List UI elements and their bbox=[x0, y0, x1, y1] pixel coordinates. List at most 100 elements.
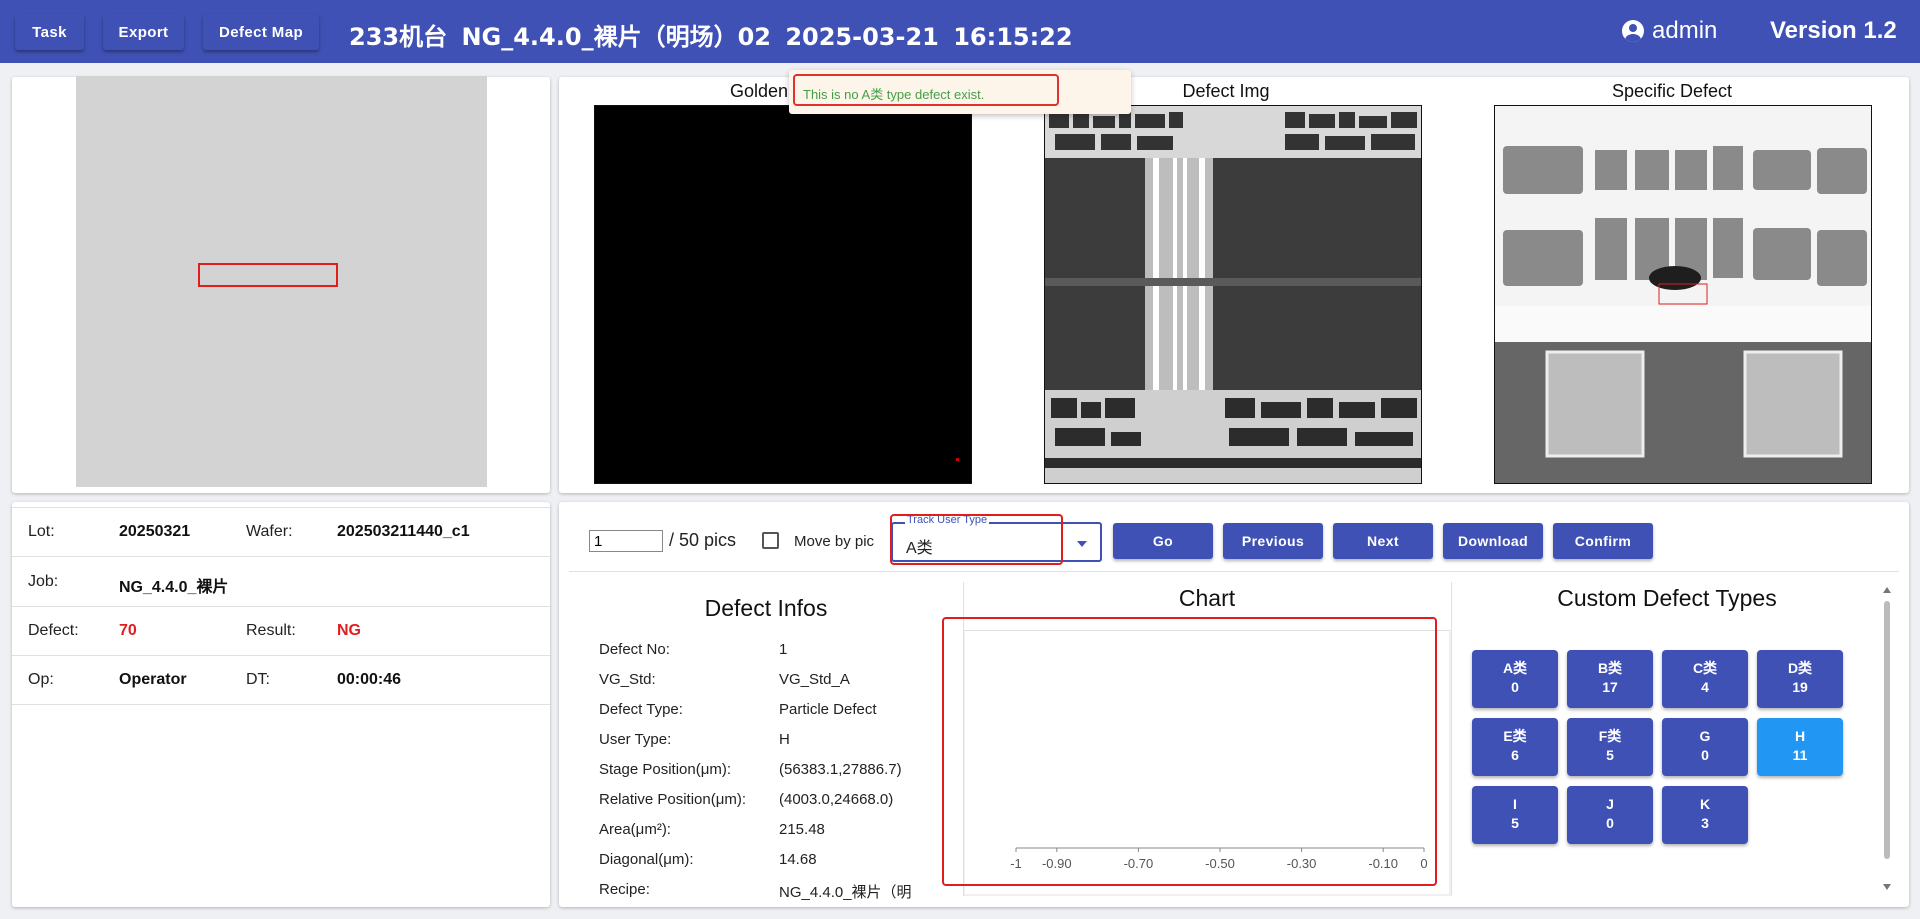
op-value: Operator bbox=[119, 671, 187, 688]
defect-type-button[interactable]: G0 bbox=[1662, 718, 1748, 776]
lot-value: 20250321 bbox=[119, 523, 191, 540]
defect-type-button[interactable]: B类 17 bbox=[1567, 650, 1653, 708]
defect-type-button[interactable]: A类 0 bbox=[1472, 650, 1558, 708]
defect-type-count: 6 bbox=[1511, 747, 1519, 763]
defect-type-button[interactable]: E类 6 bbox=[1472, 718, 1558, 776]
defect-type-count: 0 bbox=[1511, 679, 1519, 695]
info-row-job: Job: NG_4.4.0_裸片 bbox=[12, 558, 550, 607]
defect-type-count: 4 bbox=[1701, 679, 1709, 695]
user-name: admin bbox=[1652, 17, 1718, 44]
defect-info-value: 1 bbox=[779, 641, 788, 658]
defect-type-name: A类 bbox=[1502, 660, 1528, 676]
chevron-down-icon[interactable] bbox=[1077, 541, 1087, 547]
defect-info-value: 14.68 bbox=[779, 851, 817, 868]
move-by-pic-checkbox[interactable] bbox=[762, 532, 779, 549]
defect-type-button[interactable]: J0 bbox=[1567, 786, 1653, 844]
defect-info-value: NG_4.4.0_裸片（明 bbox=[779, 884, 912, 901]
defect-info-label: VG_Std: bbox=[599, 671, 656, 688]
go-button[interactable]: Go bbox=[1113, 523, 1213, 559]
result-value: NG bbox=[337, 622, 361, 639]
page-total-label: / 50 pics bbox=[669, 530, 737, 550]
defect-type-button[interactable]: H 11 bbox=[1757, 718, 1843, 776]
info-row-op: Op: Operator DT: 00:00:46 bbox=[12, 656, 550, 705]
scrollbar[interactable] bbox=[1884, 601, 1890, 859]
defect-image-canvas bbox=[1045, 106, 1421, 483]
defect-count-value: 70 bbox=[119, 622, 137, 639]
job-value: NG_4.4.0_裸片 bbox=[119, 579, 229, 596]
defect-image[interactable] bbox=[1044, 105, 1422, 484]
defect-type-count: 5 bbox=[1606, 747, 1614, 763]
wafer-label: Wafer: bbox=[246, 523, 293, 540]
defect-info-label: Diagonal(μm): bbox=[599, 851, 694, 868]
move-by-pic-label: Move by pic bbox=[794, 533, 875, 550]
defect-type-name: E类 bbox=[1503, 728, 1527, 744]
defect-info-label: Area(μm²): bbox=[599, 821, 671, 838]
page-number-input[interactable] bbox=[589, 530, 663, 552]
confirm-button[interactable]: Confirm bbox=[1553, 523, 1653, 559]
result-label: Result: bbox=[246, 622, 296, 639]
defect-map-button[interactable]: Defect Map bbox=[203, 14, 319, 50]
defect-type-count: 3 bbox=[1701, 815, 1709, 831]
defect-type-button[interactable]: D类 19 bbox=[1757, 650, 1843, 708]
previous-button[interactable]: Previous bbox=[1223, 523, 1323, 559]
defect-label: Defect: bbox=[28, 622, 79, 639]
alert-toast: This is no A类 type defect exist. bbox=[789, 70, 1131, 114]
defect-type-name: I bbox=[1513, 796, 1517, 812]
defect-type-count: 11 bbox=[1792, 747, 1808, 763]
scroll-up-icon[interactable] bbox=[1883, 587, 1891, 593]
defect-info-label: Relative Position(μm): bbox=[599, 791, 747, 808]
defect-info-value: (56383.1,27886.7) bbox=[779, 761, 902, 778]
scroll-down-icon[interactable] bbox=[1883, 884, 1891, 890]
next-button[interactable]: Next bbox=[1333, 523, 1433, 559]
defect-type-button[interactable]: I5 bbox=[1472, 786, 1558, 844]
divider bbox=[1451, 582, 1452, 896]
task-button[interactable]: Task bbox=[15, 14, 84, 50]
defect-type-count: 17 bbox=[1602, 679, 1618, 695]
alert-toast-message: This is no A类 type defect exist. bbox=[793, 74, 1059, 106]
export-button[interactable]: Export bbox=[103, 14, 184, 50]
version-label: Version 1.2 bbox=[1770, 17, 1897, 44]
defect-type-count: 5 bbox=[1511, 815, 1519, 831]
defect-type-count: 0 bbox=[1701, 747, 1709, 763]
info-row-lot: Lot: 20250321 Wafer: 202503211440_c1 bbox=[12, 508, 550, 557]
divider bbox=[569, 571, 1899, 572]
lot-label: Lot: bbox=[28, 523, 55, 540]
defect-info-value: Particle Defect bbox=[779, 701, 877, 718]
golden-image-canvas bbox=[956, 458, 959, 461]
job-label: Job: bbox=[28, 573, 59, 590]
dt-value: 00:00:46 bbox=[337, 671, 402, 688]
wafer-selection-box bbox=[198, 263, 338, 287]
defect-info-value: 215.48 bbox=[779, 821, 825, 838]
specific-defect-title: Specific Defect bbox=[1611, 81, 1733, 101]
account-circle-icon bbox=[1622, 20, 1644, 42]
defect-type-name: C类 bbox=[1692, 660, 1718, 676]
defect-type-name: J bbox=[1606, 796, 1614, 812]
defect-info-label: Recipe: bbox=[599, 881, 650, 898]
defect-type-name: H bbox=[1794, 728, 1806, 744]
defect-type-name: D类 bbox=[1787, 660, 1813, 676]
user-menu[interactable]: admin bbox=[1622, 17, 1717, 45]
download-button[interactable]: Download bbox=[1443, 523, 1543, 559]
defect-info-label: Defect No: bbox=[599, 641, 670, 658]
specific-defect-canvas bbox=[1495, 106, 1871, 483]
defect-type-name: G bbox=[1699, 728, 1711, 744]
chart-highlight bbox=[942, 617, 1437, 886]
defect-info-value: VG_Std_A bbox=[779, 671, 850, 688]
page-title: 233机台 NG_4.4.0_裸片（明场）02 2025-03-21 16:15… bbox=[349, 23, 1073, 51]
defect-type-name: B类 bbox=[1597, 660, 1623, 676]
custom-defect-types-title: Custom Defect Types bbox=[1557, 585, 1777, 611]
defect-type-button[interactable]: F类 5 bbox=[1567, 718, 1653, 776]
defect-type-button[interactable]: C类 4 bbox=[1662, 650, 1748, 708]
defect-info-label: Defect Type: bbox=[599, 701, 683, 718]
defect-info-label: User Type: bbox=[599, 731, 672, 748]
defect-info-value: H bbox=[779, 731, 790, 748]
defect-type-name: K bbox=[1699, 796, 1711, 812]
defect-type-name: F类 bbox=[1598, 728, 1622, 744]
op-label: Op: bbox=[28, 671, 54, 688]
info-row-defect: Defect: 70 Result: NG bbox=[12, 607, 550, 656]
chart-title: Chart bbox=[1178, 585, 1236, 611]
top-app-bar: Task Export Defect Map 233机台 NG_4.4.0_裸片… bbox=[0, 0, 1920, 63]
specific-defect-image[interactable] bbox=[1494, 105, 1872, 484]
defect-type-button[interactable]: K3 bbox=[1662, 786, 1748, 844]
golden-image[interactable] bbox=[594, 105, 972, 484]
